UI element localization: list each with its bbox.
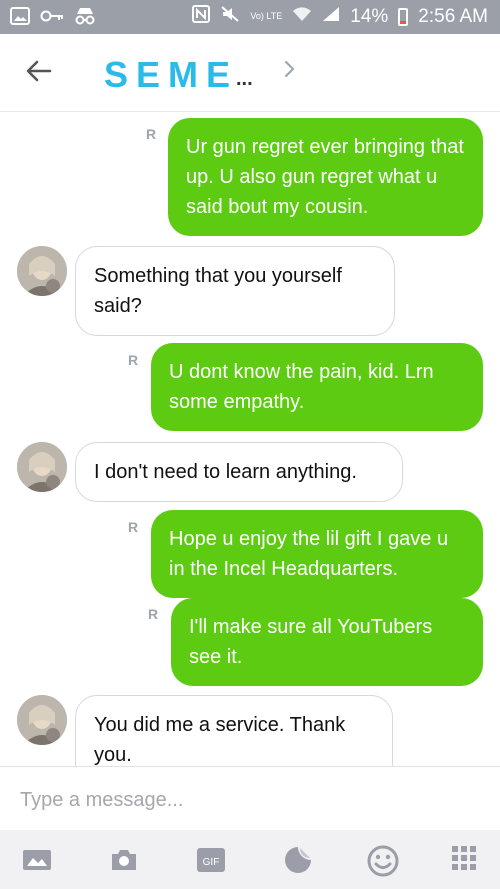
sticker-icon[interactable]: [282, 844, 314, 876]
gif-icon[interactable]: GIF: [195, 844, 227, 876]
read-receipt-icon: R: [146, 126, 157, 142]
message-bubble-outgoing[interactable]: I'll make sure all YouTubers see it.: [171, 598, 483, 686]
mute-icon: [220, 5, 240, 28]
message-bubble-incoming[interactable]: Something that you yourself said?: [75, 246, 395, 336]
camera-icon[interactable]: [108, 844, 140, 876]
back-button[interactable]: [24, 56, 56, 88]
message-bubble-incoming[interactable]: I don't need to learn anything.: [75, 442, 403, 502]
message-bubble-outgoing[interactable]: Ur gun regret ever bringing that up. U a…: [168, 118, 483, 236]
battery-percent: 14%: [350, 5, 389, 27]
avatar-image: [17, 246, 67, 296]
image-icon[interactable]: [21, 844, 53, 876]
message-bubble-outgoing[interactable]: U dont know the pain, kid. Lrn some empa…: [151, 343, 483, 431]
message-bubble-incoming[interactable]: You did me a service. Thank you.: [75, 695, 393, 766]
avatar[interactable]: [17, 246, 67, 296]
grid-icon[interactable]: [450, 844, 482, 876]
avatar-image: [17, 442, 67, 492]
incognito-icon: [74, 7, 96, 30]
message-input[interactable]: [20, 785, 480, 815]
read-receipt-icon: R: [128, 352, 139, 368]
read-receipt-icon: R: [148, 606, 159, 622]
composer: [0, 766, 500, 830]
read-receipt-icon: R: [128, 519, 139, 535]
message-bubble-outgoing[interactable]: Hope u enjoy the lil gift I gave u in th…: [151, 510, 483, 598]
picture-notification-icon: [10, 7, 30, 30]
avatar[interactable]: [17, 695, 67, 745]
battery-icon: [398, 7, 409, 26]
wifi-icon: [292, 6, 312, 27]
status-bar: Vo) LTE 14% 2:56 AM: [0, 0, 500, 34]
chevron-right-icon[interactable]: [282, 56, 298, 89]
key-icon: [40, 9, 64, 28]
emoji-icon[interactable]: [366, 844, 399, 877]
status-right: Vo) LTE 14% 2:56 AM: [192, 5, 488, 28]
avatar-image: [17, 695, 67, 745]
gif-label: GIF: [203, 857, 220, 868]
conversation-header: SEME ...: [0, 34, 500, 112]
message-list[interactable]: R Ur gun regret ever bringing that up. U…: [0, 112, 500, 766]
volte-label: Vo) LTE: [250, 11, 283, 21]
status-left: [10, 7, 96, 30]
contact-name[interactable]: SEME: [104, 54, 238, 96]
signal-icon: [322, 6, 340, 27]
title-ellipsis: ...: [236, 68, 253, 90]
arrow-left-icon: [26, 60, 52, 82]
avatar[interactable]: [17, 442, 67, 492]
nfc-icon: [192, 5, 211, 28]
composer-toolbar: GIF: [0, 830, 500, 889]
clock: 2:56 AM: [418, 5, 488, 27]
